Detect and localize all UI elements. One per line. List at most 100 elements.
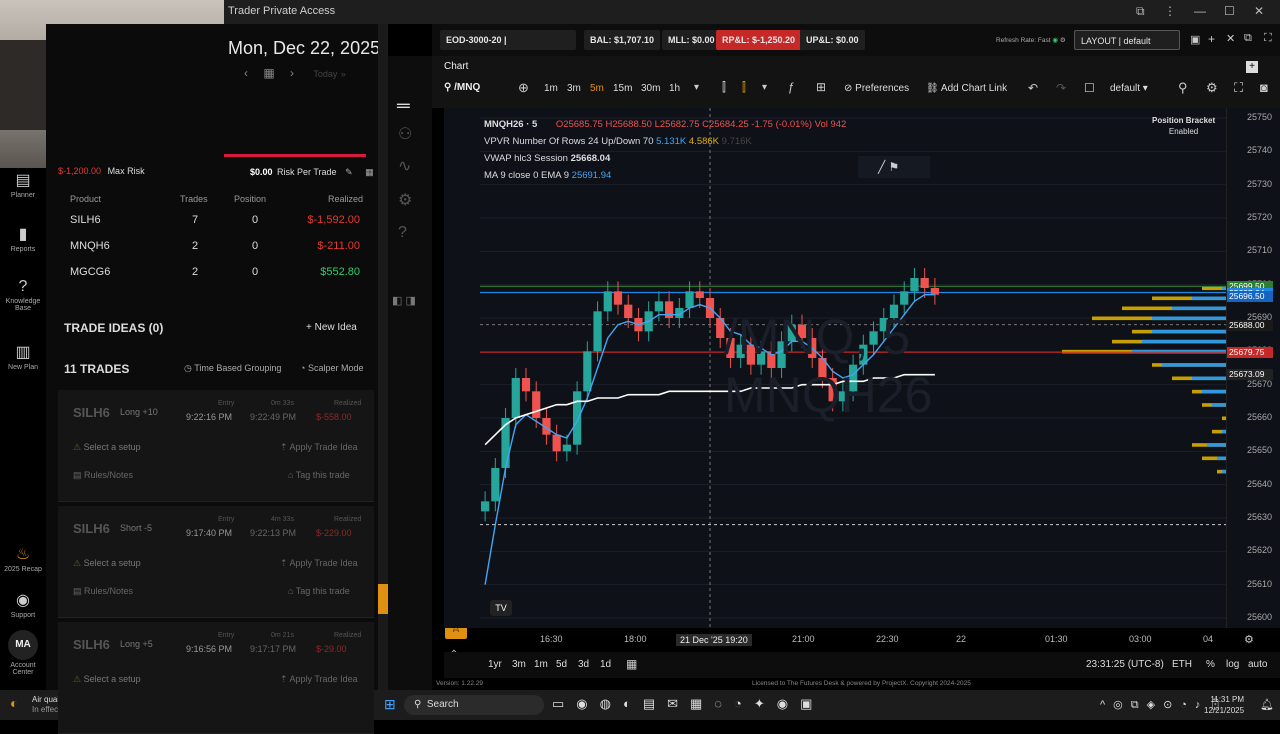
close-layout-icon[interactable]: ✕: [1226, 32, 1235, 45]
fullscreen-icon[interactable]: ⛶: [1264, 32, 1272, 45]
percent-button[interactable]: %: [1206, 659, 1215, 670]
select-setup[interactable]: ⚠ Select a setup: [73, 442, 141, 453]
price-tag[interactable]: 25679.75: [1227, 347, 1273, 359]
templates-icon[interactable]: ⊞: [816, 80, 826, 94]
layout-square-icon[interactable]: ☐: [1084, 81, 1095, 95]
interval-dropdown-icon[interactable]: ▾: [694, 82, 699, 93]
candle-type-icon[interactable]: ⫿: [742, 80, 746, 95]
interval-3m[interactable]: 3m: [567, 83, 581, 94]
range-5d[interactable]: 5d: [556, 659, 567, 670]
nav-item[interactable]: MA Account Center: [0, 630, 46, 676]
trade-card[interactable]: SILH6 Long +10 Entry 9:22:16 PM 0m 33s 9:22:4…: [58, 390, 374, 502]
candles-icon[interactable]: 𝍡: [396, 90, 411, 120]
account-select[interactable]: EOD-3000-20 | TFDXA_5129... ▾: [440, 30, 576, 65]
trade-card[interactable]: SILH6 Short -5 Entry 9:17:40 PM 4m 33s 9:22:1…: [58, 506, 374, 618]
new-idea-button[interactable]: + New Idea: [306, 322, 357, 333]
price-tag[interactable]: 25696.50: [1227, 291, 1273, 303]
settings-gear-icon[interactable]: ⚙: [398, 190, 412, 210]
apply-trade-idea[interactable]: ⇡ Apply Trade Idea: [280, 558, 358, 569]
today-button[interactable]: Today: [313, 69, 337, 79]
tag-trade[interactable]: ⌂ Tag this trade: [288, 470, 350, 480]
nav-item[interactable]: ◉ Support: [0, 590, 46, 619]
start-icon[interactable]: ⊞: [384, 696, 396, 713]
rules-notes[interactable]: ▤ Rules/Notes: [73, 470, 133, 481]
range-1yr[interactable]: 1yr: [488, 659, 502, 670]
undo-icon[interactable]: ↶: [1028, 81, 1038, 95]
position-bracket[interactable]: Position Bracket Enabled: [1152, 115, 1215, 137]
range-3m[interactable]: 3m: [512, 659, 526, 670]
interval-5m[interactable]: 5m: [590, 83, 604, 94]
calendar-icon[interactable]: ▦: [263, 66, 274, 80]
tray-clock[interactable]: 11:31 PM 12/21/2025: [1204, 694, 1244, 716]
candle-dropdown-icon[interactable]: ▾: [762, 82, 767, 93]
layout-select[interactable]: LAYOUT | default (draft) ▾: [1074, 30, 1180, 66]
symbol-search[interactable]: ⚲ /MNQ: [444, 82, 480, 93]
pulse-icon[interactable]: ∿: [398, 156, 411, 176]
save-icon[interactable]: ▣: [1190, 33, 1200, 46]
time-grouping-toggle[interactable]: ◷ Time Based Grouping: [184, 363, 281, 374]
interval-15m[interactable]: 15m: [613, 83, 632, 94]
price-chart[interactable]: /MNQ, 5 MNQH26 MNQH26 · 5 O25685.75 H2568…: [444, 108, 1280, 628]
air-quality-icon[interactable]: ◐: [10, 695, 18, 711]
collapse-handle[interactable]: [378, 584, 388, 614]
preferences-button[interactable]: ⊘ Preferences: [844, 83, 909, 94]
add-icon[interactable]: +: [1208, 32, 1215, 46]
apply-trade-idea[interactable]: ⇡ Apply Trade Idea: [280, 442, 358, 453]
price-tag[interactable]: 25673.09: [1227, 369, 1273, 381]
nav-item[interactable]: ♨ 2025 Recap: [0, 544, 46, 573]
interval-1m[interactable]: 1m: [544, 83, 558, 94]
maximize-icon[interactable]: ☐: [1224, 4, 1235, 18]
nav-item[interactable]: ▮ Reports: [0, 224, 46, 253]
notification-icon[interactable]: 🔔︎: [1260, 698, 1274, 711]
interval-1h[interactable]: 1h: [669, 83, 680, 94]
trade-card[interactable]: SILH6 Long +5 Entry 9:16:56 PM 0m 21s 9:17:17…: [58, 622, 374, 734]
apply-trade-idea[interactable]: ⇡ Apply Trade Idea: [280, 674, 358, 685]
bar-type-icon[interactable]: ⫿: [722, 80, 726, 95]
nav-item[interactable]: ? Knowledge Base: [0, 278, 46, 312]
clock-time[interactable]: 23:31:25 (UTC-8): [1086, 659, 1164, 670]
compare-icon[interactable]: ⊕: [518, 80, 529, 96]
nav-item[interactable]: ▤ Planner: [0, 170, 46, 199]
indicator-icon[interactable]: ƒ: [788, 80, 795, 94]
range-1d[interactable]: 1d: [600, 659, 611, 670]
panel-divider[interactable]: [378, 24, 388, 690]
date-range-icon[interactable]: ▦: [626, 657, 637, 671]
auto-button[interactable]: auto: [1248, 659, 1267, 670]
price-axis[interactable]: 2575025740257302572025710257002569025680…: [1226, 108, 1280, 628]
range-1m[interactable]: 1m: [534, 659, 548, 670]
chart-settings-icon[interactable]: ⚙: [1206, 80, 1218, 96]
next-day-icon[interactable]: ›: [290, 66, 294, 80]
gear-small-icon[interactable]: ⚙: [1060, 37, 1066, 44]
taskbar-search[interactable]: ⚲ Search: [404, 695, 544, 715]
help-icon[interactable]: ?: [398, 224, 407, 242]
taskbar-apps[interactable]: ▭◉◍◐▤✉▦◌◔✦◉▣: [552, 696, 824, 712]
edit-icon[interactable]: ✎: [345, 167, 353, 177]
last-icon[interactable]: »: [341, 69, 346, 79]
panel-toggle-icon[interactable]: ◧ ◨: [392, 294, 416, 307]
axis-settings-icon[interactable]: ⚙: [1244, 633, 1254, 646]
log-button[interactable]: log: [1226, 659, 1239, 670]
select-setup[interactable]: ⚠ Select a setup: [73, 674, 141, 685]
new-tab-icon[interactable]: +: [1246, 61, 1258, 73]
screen-icon[interactable]: ⧉: [1136, 4, 1145, 19]
more-icon[interactable]: ⋮: [1164, 4, 1176, 18]
add-chart-link-button[interactable]: ⛓ Add Chart Link: [926, 83, 1007, 94]
chart-search-icon[interactable]: ⚲: [1178, 80, 1188, 96]
select-setup[interactable]: ⚠ Select a setup: [73, 558, 141, 569]
chart-tab[interactable]: Chart: [444, 61, 468, 72]
close-icon[interactable]: ✕: [1254, 4, 1264, 18]
minimize-icon[interactable]: —: [1194, 4, 1206, 18]
scalper-mode-toggle[interactable]: ◔ Scalper Mode: [300, 363, 363, 373]
session-button[interactable]: ETH: [1172, 659, 1192, 670]
template-select[interactable]: default ▾: [1110, 83, 1148, 94]
range-3d[interactable]: 3d: [578, 659, 589, 670]
rules-notes[interactable]: ▤ Rules/Notes: [73, 586, 133, 597]
price-tag[interactable]: 25688.00: [1227, 319, 1273, 331]
redo-icon[interactable]: ↷: [1056, 81, 1066, 95]
tag-trade[interactable]: ⌂ Tag this trade: [288, 586, 350, 596]
expand-icon[interactable]: ⛶: [1234, 80, 1243, 96]
drawing-mini-toolbar[interactable]: ╱ ⚑: [858, 156, 930, 178]
calculator-icon[interactable]: ▦: [365, 167, 374, 177]
nav-item[interactable]: ▥ New Plan: [0, 342, 46, 371]
interval-30m[interactable]: 30m: [641, 83, 660, 94]
